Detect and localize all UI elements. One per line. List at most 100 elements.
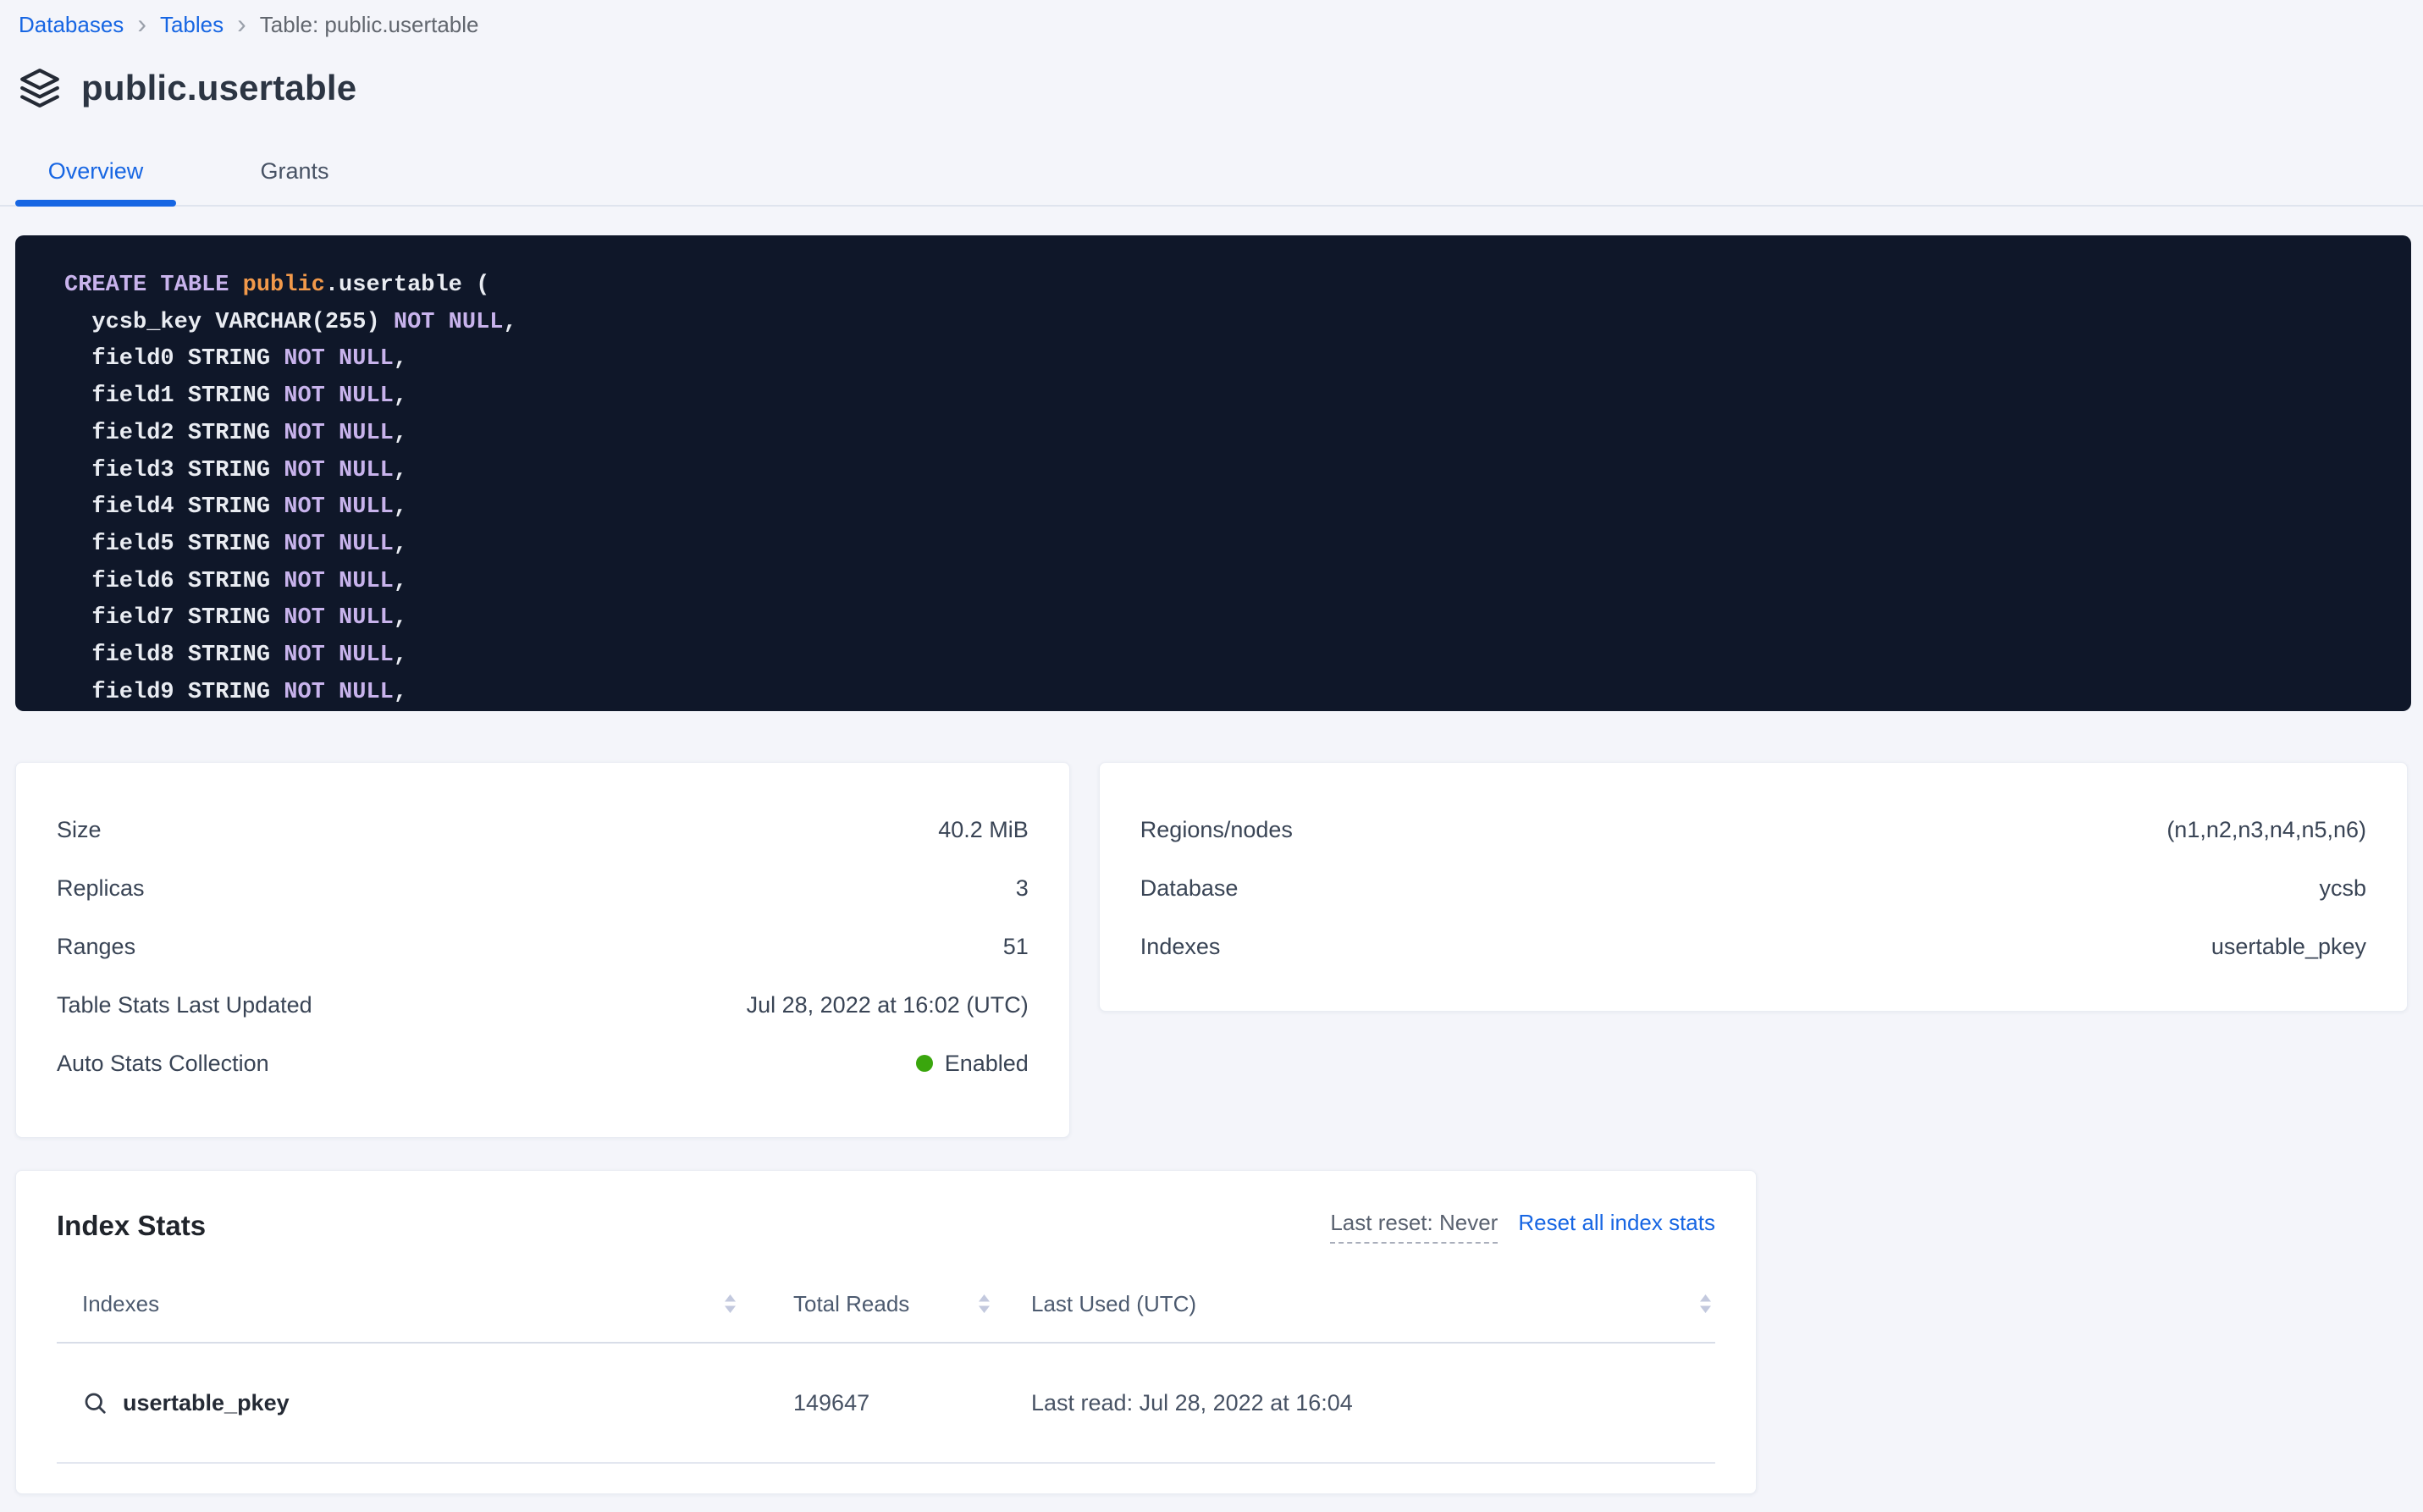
tab-overview[interactable]: Overview: [15, 136, 176, 205]
sql-token: NOT NULL: [284, 384, 394, 409]
index-stats-table: Indexes Total Reads Last Used (UTC) usertab…: [57, 1266, 1715, 1464]
column-header-total-reads[interactable]: Total Reads: [747, 1291, 1001, 1317]
stat-value-text: usertable_pkey: [2211, 929, 2366, 964]
index-stats-panel: Index Stats Last reset: Never Reset all …: [15, 1170, 1757, 1494]
column-header-label: Total Reads: [793, 1291, 909, 1317]
stat-row: Indexesusertable_pkey: [1140, 929, 2366, 964]
stat-label: Table Stats Last Updated: [57, 987, 312, 1023]
index-name: usertable_pkey: [123, 1390, 290, 1416]
stat-value: 51: [1003, 929, 1029, 964]
sql-token: ,: [394, 605, 407, 631]
sql-token: field4 STRING: [64, 494, 284, 520]
sql-token: NOT NULL: [394, 310, 504, 335]
reset-index-stats-link[interactable]: Reset all index stats: [1518, 1210, 1715, 1236]
sql-line: field5 STRING NOT NULL,: [64, 527, 2394, 564]
column-header-label: Indexes: [82, 1291, 159, 1317]
index-table-header-row: Indexes Total Reads Last Used (UTC): [57, 1266, 1715, 1344]
tab-grants[interactable]: Grants: [240, 136, 350, 205]
stat-row: Regions/nodes(n1,n2,n3,n4,n5,n6): [1140, 812, 2366, 847]
last-reset-label[interactable]: Last reset: Never: [1330, 1210, 1498, 1244]
sql-token: CREATE TABLE: [64, 273, 243, 298]
table-detail-page: Databases›Tables›Table: public.usertable…: [0, 0, 2423, 1494]
page-title: public.usertable: [81, 68, 356, 108]
sql-token: NOT NULL: [284, 532, 394, 557]
sql-token: public: [243, 273, 325, 298]
sql-token: ,: [394, 421, 407, 446]
sort-icon: [1699, 1294, 1712, 1314]
sql-token: NOT NULL: [284, 421, 394, 446]
stat-value: 40.2 MiB: [938, 812, 1029, 847]
stat-value-text: Enabled: [945, 1046, 1029, 1081]
sql-token: field0 STRING: [64, 346, 284, 372]
stat-value: 3: [1016, 870, 1029, 906]
sql-line: field9 STRING NOT NULL,: [64, 675, 2394, 711]
stat-value-text: 3: [1016, 870, 1029, 906]
sql-token: ycsb_key VARCHAR(255): [64, 310, 394, 335]
sql-token: field7 STRING: [64, 605, 284, 631]
table-row: usertable_pkey 149647Last read: Jul 28, 2…: [57, 1344, 1715, 1464]
search-icon: [82, 1390, 108, 1415]
sql-token: ,: [504, 310, 517, 335]
breadcrumb: Databases›Tables›Table: public.usertable: [0, 0, 2423, 38]
sql-token: field1 STRING: [64, 384, 284, 409]
stat-row: Size 40.2 MiB: [57, 812, 1029, 847]
index-stats-title: Index Stats: [57, 1210, 206, 1242]
total-reads-cell: 149647: [747, 1390, 1001, 1416]
stat-row: Auto Stats Collection Enabled: [57, 1046, 1029, 1081]
column-header-indexes[interactable]: Indexes: [57, 1291, 747, 1317]
column-header-label: Last Used (UTC): [1031, 1291, 1196, 1317]
sql-token: NOT NULL: [284, 605, 394, 631]
status-dot-icon: [916, 1055, 933, 1072]
stat-row: Table Stats Last Updated Jul 28, 2022 at …: [57, 987, 1029, 1023]
layers-icon: [19, 67, 61, 109]
sql-line: field4 STRING NOT NULL,: [64, 489, 2394, 527]
create-table-statement: CREATE TABLE public.usertable ( ycsb_key…: [15, 235, 2411, 711]
stat-row: Ranges 51: [57, 929, 1029, 964]
stat-label: Size: [57, 812, 102, 847]
sql-line: field3 STRING NOT NULL,: [64, 453, 2394, 490]
sql-token: field6 STRING: [64, 569, 284, 594]
sql-line: ycsb_key VARCHAR(255) NOT NULL,: [64, 305, 2394, 342]
sql-line: field0 STRING NOT NULL,: [64, 341, 2394, 378]
sql-token: NOT NULL: [284, 346, 394, 372]
index-stats-actions: Last reset: Never Reset all index stats: [1330, 1210, 1715, 1244]
stat-value-text: Jul 28, 2022 at 16:02 (UTC): [747, 987, 1029, 1023]
sql-line: field2 STRING NOT NULL,: [64, 416, 2394, 453]
stat-value-text: 51: [1003, 929, 1029, 964]
stat-row: Replicas 3: [57, 870, 1029, 906]
breadcrumb-separator-icon: ›: [137, 13, 146, 35]
sql-token: field5 STRING: [64, 532, 284, 557]
index-stats-header: Index Stats Last reset: Never Reset all …: [16, 1171, 1756, 1244]
stat-value: Jul 28, 2022 at 16:02 (UTC): [747, 987, 1029, 1023]
sql-token: ,: [394, 569, 407, 594]
stat-value: Enabled: [916, 1046, 1029, 1081]
sql-token: NOT NULL: [284, 569, 394, 594]
stat-label: Ranges: [57, 929, 135, 964]
stat-label: Regions/nodes: [1140, 812, 1293, 847]
index-name-cell: usertable_pkey: [57, 1390, 747, 1416]
stat-label: Database: [1140, 870, 1239, 906]
stat-label: Replicas: [57, 870, 145, 906]
column-header-last-used-utc[interactable]: Last Used (UTC): [1001, 1291, 1715, 1317]
stat-value: ycsb: [2319, 870, 2366, 906]
sql-token: NOT NULL: [284, 643, 394, 668]
sql-line: field6 STRING NOT NULL,: [64, 564, 2394, 601]
sql-token: NOT NULL: [284, 458, 394, 483]
sql-line: field1 STRING NOT NULL,: [64, 378, 2394, 416]
sql-line: field7 STRING NOT NULL,: [64, 600, 2394, 637]
sql-token: ,: [394, 494, 407, 520]
stat-value-text: ycsb: [2319, 870, 2366, 906]
breadcrumb-link-tables[interactable]: Tables: [160, 12, 224, 38]
stat-label: Auto Stats Collection: [57, 1046, 269, 1081]
table-stats-panel: Size 40.2 MiB Replicas 3 Ranges 51 Table Stats…: [15, 762, 1070, 1138]
stats-panels-row: Size 40.2 MiB Replicas 3 Ranges 51 Table Stats…: [15, 762, 2408, 1138]
stat-value-text: 40.2 MiB: [938, 812, 1029, 847]
sql-token: ,: [394, 643, 407, 668]
last-used-cell: Last read: Jul 28, 2022 at 16:04: [1001, 1390, 1715, 1416]
breadcrumb-link-databases[interactable]: Databases: [19, 12, 124, 38]
breadcrumb-current: Table: public.usertable: [260, 12, 479, 38]
sql-line: field8 STRING NOT NULL,: [64, 637, 2394, 675]
tab-bar: Overview Grants: [0, 136, 2423, 207]
sql-token: ,: [394, 680, 407, 705]
sql-token: field2 STRING: [64, 421, 284, 446]
